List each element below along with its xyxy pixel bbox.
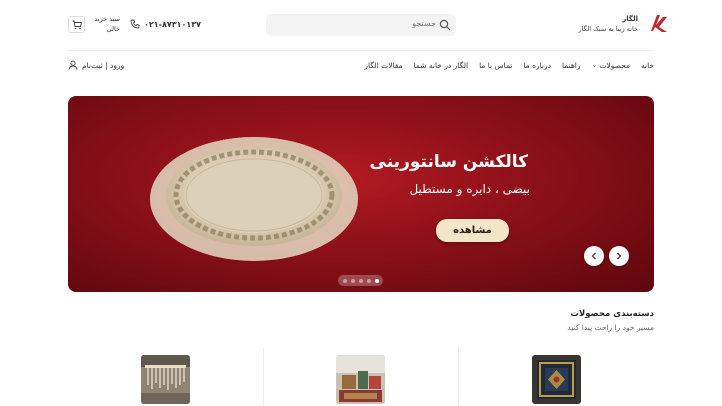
brand[interactable]: الگار خانه زیبا به سبک الگار bbox=[579, 14, 638, 34]
cart-title: سبد خرید bbox=[94, 15, 120, 23]
cart-label: سبد خرید خالی bbox=[94, 14, 120, 34]
category-thumb-lighting[interactable] bbox=[141, 355, 190, 404]
search-placeholder: جستجو bbox=[412, 19, 436, 28]
nav-item-label: مقالات الگار bbox=[364, 60, 403, 70]
login-label: ورود | ثبت‌نام bbox=[82, 60, 125, 70]
nav-item-guide[interactable]: راهنما bbox=[562, 61, 581, 70]
chevron-down-icon: ⌄ bbox=[591, 61, 598, 69]
category-divider bbox=[458, 348, 459, 406]
nav-item-label: درباره ما bbox=[523, 60, 551, 70]
nav-item-label: الگار در خانه شما bbox=[413, 60, 469, 70]
nav-item-home[interactable]: خانه bbox=[641, 61, 654, 70]
nav-item-about[interactable]: درباره ما bbox=[523, 61, 551, 70]
hero-title: کالکشن سانتورینی bbox=[369, 152, 528, 172]
slider-dot[interactable] bbox=[358, 278, 363, 283]
search-input[interactable]: جستجو bbox=[266, 14, 456, 36]
nav-item-label: راهنما bbox=[561, 60, 581, 70]
nav-item-contact[interactable]: تماس با ما bbox=[479, 61, 512, 70]
site-header: الگار خانه زیبا به سبک الگار جستجو ۰۲۱-۸… bbox=[0, 0, 722, 50]
phone-number: ۰۲۱-۸۷۳۱۰۱۳۷ bbox=[144, 19, 202, 29]
brand-tagline: خانه زیبا به سبک الگار bbox=[578, 25, 638, 33]
rug-product-image bbox=[150, 137, 358, 261]
nav-item-label: محصولات bbox=[599, 60, 630, 70]
cart-button[interactable]: سبد خرید خالی bbox=[68, 14, 120, 36]
cart-icon-box bbox=[68, 16, 85, 33]
nav-item-label: تماس با ما bbox=[479, 60, 513, 70]
category-thumb-decor[interactable] bbox=[336, 355, 385, 404]
logo-mark-icon[interactable] bbox=[648, 11, 670, 35]
slider-dot-active[interactable] bbox=[374, 278, 379, 283]
cart-status: خالی bbox=[106, 25, 120, 33]
categories-title: دسته‌بندی محصولات bbox=[570, 309, 654, 319]
slider-dot[interactable] bbox=[366, 278, 371, 283]
nav-item-label: خانه bbox=[640, 60, 654, 70]
slider-dot[interactable] bbox=[350, 278, 355, 283]
brand-name: الگار bbox=[622, 15, 638, 23]
phone-icon bbox=[130, 19, 140, 29]
login-register-link[interactable]: ورود | ثبت‌نام bbox=[68, 58, 124, 72]
arrow-left-icon bbox=[591, 252, 596, 260]
header-divider bbox=[68, 50, 654, 51]
nav-item-in-your-home[interactable]: الگار در خانه شما bbox=[414, 61, 468, 70]
support-phone[interactable]: ۰۲۱-۸۷۳۱۰۱۳۷ bbox=[130, 17, 201, 31]
hero-slider[interactable]: کالکشن سانتورینی بیضی ، دایره و مستطیل م… bbox=[68, 96, 654, 292]
categories-subtitle: مسیر خود را راحت پیدا کنید bbox=[567, 323, 654, 332]
slider-pagination bbox=[338, 275, 383, 286]
nav-item-products[interactable]: محصولات ⌄ bbox=[592, 61, 630, 70]
category-divider bbox=[263, 348, 264, 406]
hero-view-button[interactable]: مشاهده bbox=[436, 219, 509, 242]
nav-item-articles[interactable]: مقالات الگار bbox=[364, 61, 402, 70]
hero-subtitle: بیضی ، دایره و مستطیل bbox=[409, 182, 530, 196]
main-nav: خانه محصولات ⌄ راهنما درباره ما تماس با م… bbox=[364, 58, 654, 72]
cart-icon bbox=[72, 20, 82, 30]
search-icon bbox=[439, 19, 451, 31]
user-icon bbox=[68, 60, 78, 70]
slider-prev-button[interactable] bbox=[609, 246, 629, 266]
arrow-right-icon bbox=[617, 252, 622, 260]
category-thumb-rugs[interactable] bbox=[532, 355, 581, 404]
slider-dot[interactable] bbox=[342, 278, 347, 283]
slider-next-button[interactable] bbox=[584, 246, 604, 266]
